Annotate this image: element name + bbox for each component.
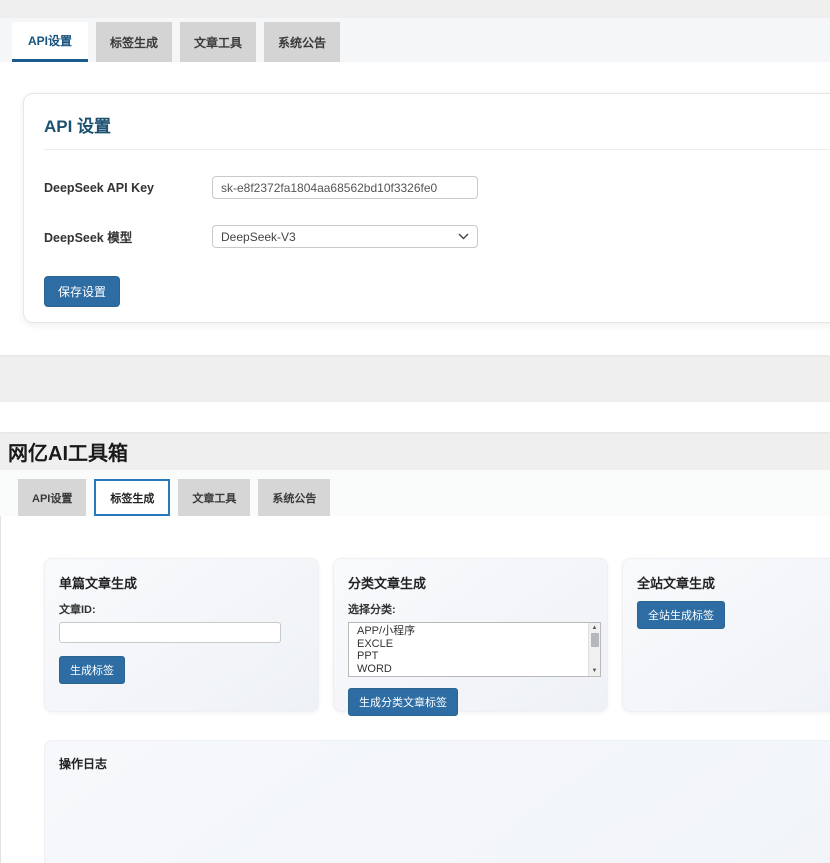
scroll-down-icon[interactable]: ▼ xyxy=(589,666,600,676)
tab-system-notice[interactable]: 系统公告 xyxy=(264,22,340,62)
toolbox-header: 网亿AI工具箱 xyxy=(0,432,830,470)
generate-tags-button[interactable]: 生成标签 xyxy=(59,656,125,684)
operation-log-card: 操作日志 xyxy=(44,740,830,863)
tab-article-tools[interactable]: 文章工具 xyxy=(180,22,256,62)
model-label: DeepSeek 模型 xyxy=(44,227,212,246)
model-row: DeepSeek 模型 DeepSeek-V3 xyxy=(44,225,830,248)
api-key-row: DeepSeek API Key xyxy=(44,176,830,199)
scrollbar-thumb[interactable] xyxy=(591,633,599,647)
api-card-title: API 设置 xyxy=(44,112,830,150)
top-tab-bar: API设置 标签生成 文章工具 系统公告 xyxy=(0,18,830,62)
single-article-card: 单篇文章生成 文章ID: 生成标签 xyxy=(44,558,319,712)
page-title: 网亿AI工具箱 xyxy=(8,437,128,466)
api-key-input[interactable] xyxy=(212,176,478,199)
operation-log-title: 操作日志 xyxy=(59,755,830,772)
site-article-card: 全站文章生成 全站生成标签 xyxy=(622,558,830,712)
category-option[interactable]: APP/小程序 xyxy=(349,625,588,638)
category-options: APP/小程序 EXCLE PPT WORD xyxy=(349,623,588,676)
generate-site-tags-button[interactable]: 全站生成标签 xyxy=(637,601,725,629)
page-gap xyxy=(0,355,830,402)
toolbox-tab-system-notice[interactable]: 系统公告 xyxy=(258,479,330,516)
tab-tag-generation[interactable]: 标签生成 xyxy=(96,22,172,62)
toolbox-tab-api-settings[interactable]: API设置 xyxy=(18,479,86,516)
category-option[interactable]: PPT xyxy=(349,650,588,663)
tool-cards-row: 单篇文章生成 文章ID: 生成标签 分类文章生成 选择分类: APP/小程序 E… xyxy=(44,558,830,712)
api-key-label: DeepSeek API Key xyxy=(44,181,212,195)
single-article-title: 单篇文章生成 xyxy=(59,573,304,592)
model-select-value: DeepSeek-V3 xyxy=(221,230,296,244)
api-settings-card: API 设置 DeepSeek API Key DeepSeek 模型 Deep… xyxy=(23,93,830,323)
tab-api-settings[interactable]: API设置 xyxy=(12,22,88,62)
model-select[interactable]: DeepSeek-V3 xyxy=(212,225,478,248)
category-multiselect[interactable]: APP/小程序 EXCLE PPT WORD ▲ ▼ xyxy=(348,622,601,677)
site-article-title: 全站文章生成 xyxy=(637,573,830,592)
article-id-label: 文章ID: xyxy=(59,601,304,617)
scroll-up-icon[interactable]: ▲ xyxy=(589,623,600,633)
category-article-title: 分类文章生成 xyxy=(348,573,593,592)
toolbox-tab-tag-generation[interactable]: 标签生成 xyxy=(94,479,170,516)
category-option[interactable]: EXCLE xyxy=(349,638,588,651)
toolbox-tab-bar: API设置 标签生成 文章工具 系统公告 xyxy=(0,470,830,516)
category-option[interactable]: WORD xyxy=(349,663,588,676)
divider-band xyxy=(0,402,830,432)
category-article-card: 分类文章生成 选择分类: APP/小程序 EXCLE PPT WORD ▲ ▼ … xyxy=(333,558,608,712)
api-settings-panel: API 设置 DeepSeek API Key DeepSeek 模型 Deep… xyxy=(0,62,830,355)
toolbox-tab-article-tools[interactable]: 文章工具 xyxy=(178,479,250,516)
listbox-scrollbar[interactable]: ▲ ▼ xyxy=(588,623,600,676)
article-id-input[interactable] xyxy=(59,622,281,643)
generate-category-tags-button[interactable]: 生成分类文章标签 xyxy=(348,688,458,716)
tag-generation-panel: 单篇文章生成 文章ID: 生成标签 分类文章生成 选择分类: APP/小程序 E… xyxy=(0,516,830,863)
select-category-label: 选择分类: xyxy=(348,601,593,617)
chevron-down-icon xyxy=(458,233,469,240)
save-settings-button[interactable]: 保存设置 xyxy=(44,276,120,307)
